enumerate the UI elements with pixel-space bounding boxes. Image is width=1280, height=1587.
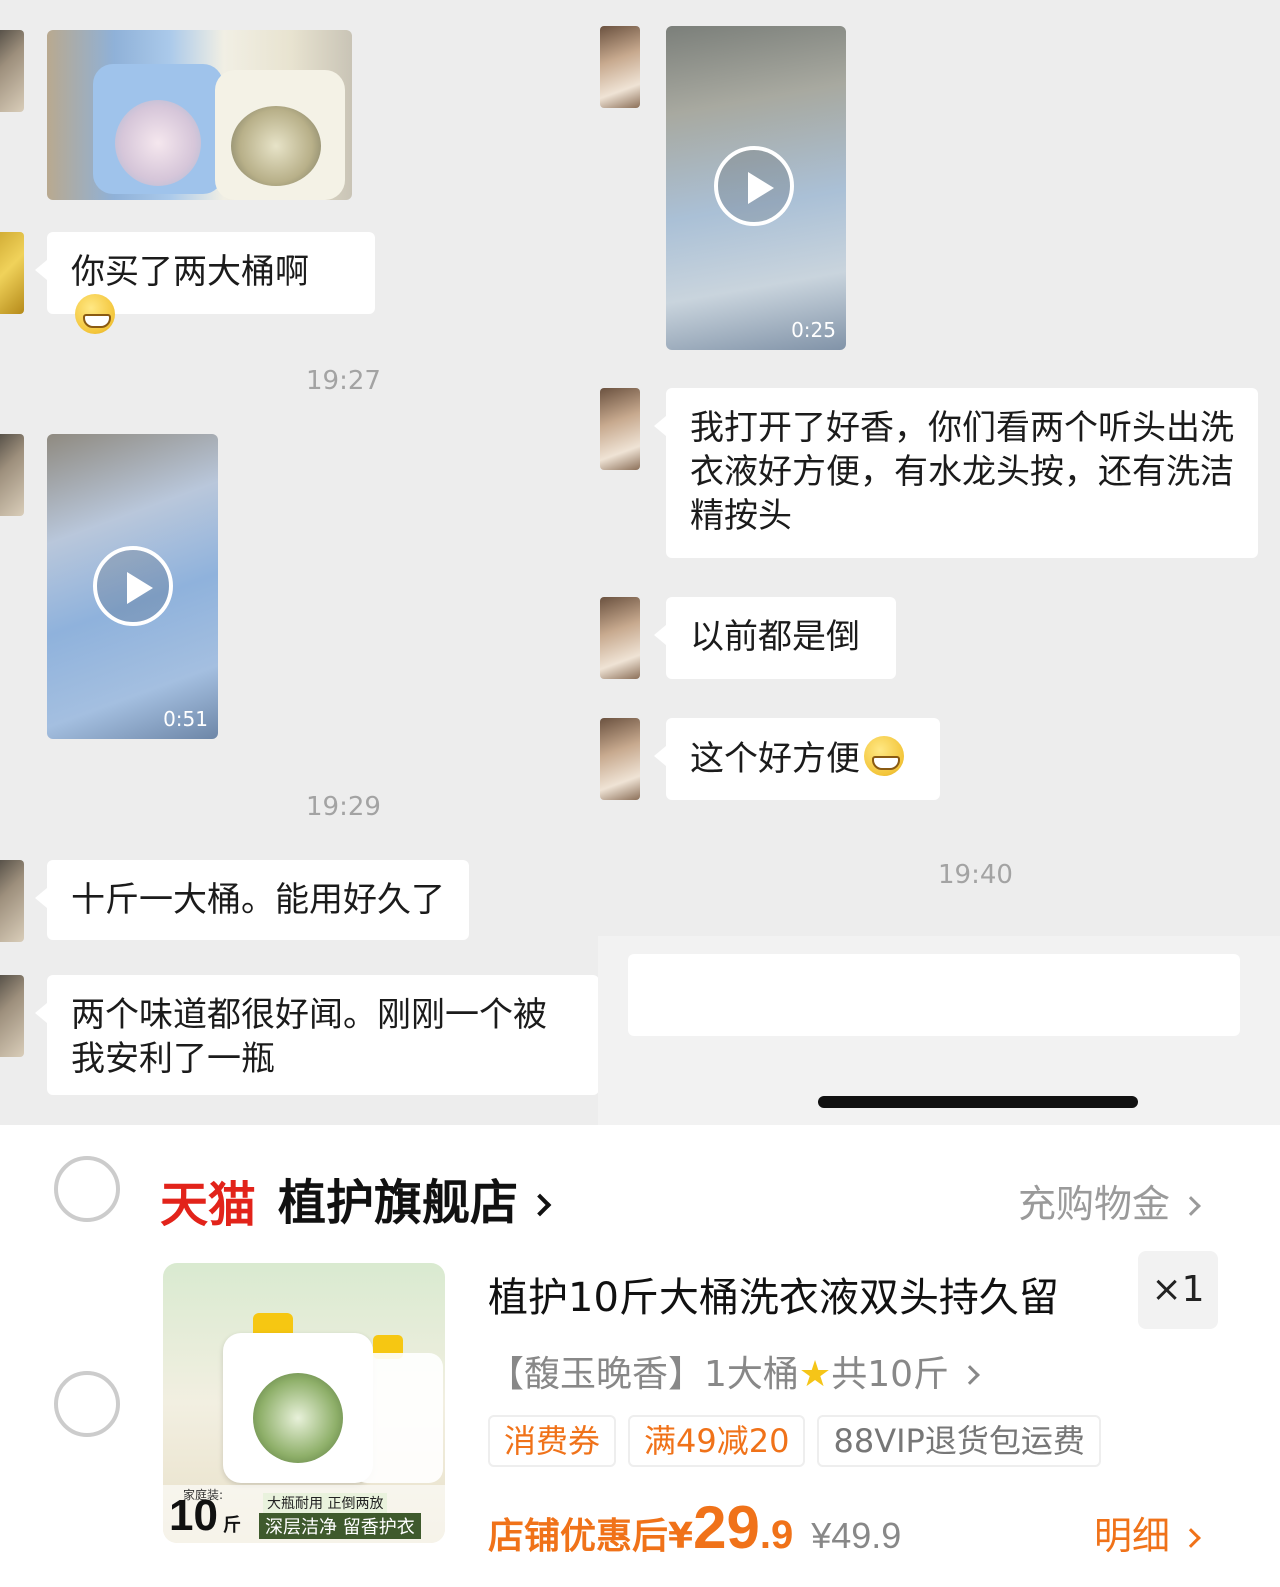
avatar[interactable]	[600, 597, 640, 679]
message-text: 我打开了好香，你们看两个听头出洗衣液好方便，有水龙头按，还有洗洁精按头	[690, 408, 1234, 536]
video-duration: 0:51	[163, 707, 208, 731]
home-indicator[interactable]	[818, 1096, 1138, 1108]
image-slogan-1: 大瓶耐用 正倒两放	[263, 1493, 388, 1513]
image-weight-number: 10	[169, 1491, 218, 1540]
price-symbol: ¥	[668, 1516, 694, 1557]
product-title[interactable]: 植护10斤大桶洗衣液双头持久留	[488, 1265, 1059, 1323]
play-icon[interactable]	[714, 146, 794, 226]
store-name: 植护旗舰店	[278, 1175, 519, 1231]
select-store-radio[interactable]	[54, 1156, 120, 1222]
tmall-logo: 天猫	[160, 1177, 257, 1233]
video-duration: 0:25	[791, 318, 836, 342]
promo-tag: 满49减20	[628, 1415, 806, 1467]
avatar[interactable]	[0, 434, 24, 516]
chat-video[interactable]: 0:25	[666, 26, 846, 350]
image-weight-unit: 斤	[223, 1515, 241, 1536]
chat-video[interactable]: 0:51	[47, 434, 218, 739]
detail-label: 明细	[1093, 1514, 1170, 1558]
message-bubble[interactable]: 以前都是倒	[654, 597, 896, 679]
message-text: 十斤一大桶。能用好久了	[71, 880, 445, 920]
chevron-right-icon	[960, 1365, 980, 1385]
promo-tag: 88VIP退货包运费	[817, 1415, 1101, 1467]
timestamp: 19:27	[306, 366, 381, 396]
message-bubble[interactable]: 两个味道都很好闻。刚刚一个被我安利了一瓶	[35, 975, 599, 1095]
avatar[interactable]	[600, 718, 640, 800]
chevron-right-icon	[528, 1193, 552, 1217]
message-bubble[interactable]: 这个好方便	[654, 718, 940, 800]
message-text: 这个好方便	[690, 739, 860, 779]
avatar[interactable]	[600, 26, 640, 108]
avatar[interactable]	[0, 232, 24, 314]
message-bubble[interactable]: 十斤一大桶。能用好久了	[35, 860, 469, 940]
recharge-link[interactable]: 充购物金	[1017, 1173, 1201, 1228]
detergent-bottle	[353, 1353, 443, 1483]
avatar[interactable]	[0, 30, 24, 112]
price-row: 店铺优惠后¥29.9 ¥49.9	[488, 1493, 901, 1562]
message-bubble[interactable]: 我打开了好香，你们看两个听头出洗衣液好方便，有水龙头按，还有洗洁精按头	[654, 388, 1258, 558]
price-integer: 29	[693, 1494, 760, 1561]
price-detail-link[interactable]: 明细	[1093, 1505, 1201, 1560]
original-price: ¥49.9	[811, 1515, 902, 1556]
recharge-label: 充购物金	[1017, 1182, 1170, 1226]
store-name-link[interactable]: 植护旗舰店	[278, 1163, 552, 1233]
play-icon[interactable]	[93, 546, 173, 626]
message-text: 以前都是倒	[690, 617, 860, 657]
bottle-label	[253, 1373, 343, 1463]
chevron-right-icon	[1181, 1196, 1201, 1216]
chevron-right-icon	[1181, 1528, 1201, 1548]
after-discount-label: 店铺优惠后	[488, 1516, 669, 1557]
promo-tag: 消费券	[488, 1415, 617, 1467]
sku-text: 【馥玉晚香】1大桶	[488, 1354, 799, 1395]
bottle-label	[115, 100, 201, 186]
message-text: 你买了两大桶啊	[71, 252, 309, 292]
sku-selector[interactable]: 【馥玉晚香】1大桶★共10斤	[488, 1345, 980, 1397]
quantity-badge[interactable]: ×1	[1138, 1251, 1218, 1329]
message-bubble[interactable]: 你买了两大桶啊	[35, 232, 375, 334]
product-image[interactable]: 家庭装: 10 斤 大瓶耐用 正倒两放 深层洁净 留香护衣	[163, 1263, 445, 1543]
grin-emoji-icon	[864, 736, 904, 776]
price-decimal: .9	[759, 1513, 794, 1557]
timestamp: 19:29	[306, 792, 381, 822]
avatar[interactable]	[600, 388, 640, 470]
chat-photo[interactable]	[47, 30, 352, 200]
promo-tags: 消费券 满49减20 88VIP退货包运费	[488, 1415, 1101, 1467]
chat-area: 你买了两大桶啊 19:27 0:51 19:29 十斤一大桶。能用好久了 两个味…	[0, 0, 1280, 1125]
cart-shop-section: 天猫 植护旗舰店 充购物金 家庭装: 10 斤 大瓶耐用 正倒两放 深层洁净 留…	[0, 1125, 1280, 1587]
image-slogan-2: 深层洁净 留香护衣	[259, 1513, 421, 1539]
bottle-label	[231, 106, 321, 186]
grin-emoji-icon	[75, 294, 115, 334]
message-text: 两个味道都很好闻。刚刚一个被我安利了一瓶	[71, 995, 547, 1079]
avatar[interactable]	[0, 860, 24, 942]
star-icon: ★	[798, 1354, 832, 1395]
timestamp: 19:40	[938, 860, 1013, 890]
sku-text: 共10斤	[831, 1354, 949, 1395]
message-input[interactable]	[628, 954, 1240, 1036]
select-item-radio[interactable]	[54, 1371, 120, 1437]
avatar[interactable]	[0, 975, 24, 1057]
